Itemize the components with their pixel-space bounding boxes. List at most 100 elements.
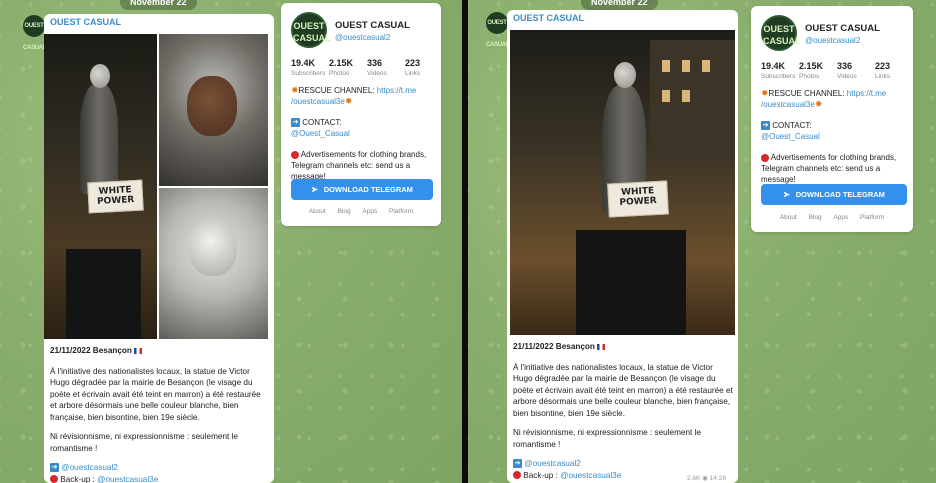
stat-photos: 2.15K Photos xyxy=(799,61,824,80)
eye-icon: ◉ xyxy=(702,475,708,482)
building-window xyxy=(682,90,690,102)
bust-face-white xyxy=(189,218,237,276)
post-link-2[interactable]: @ouestcasual3e xyxy=(560,471,621,480)
backup-label: Back-up : xyxy=(60,474,95,483)
post-date-line: 21/11/2022 Besançon xyxy=(513,341,733,353)
post-link-line: ➔ @ouestcasual2 xyxy=(50,462,268,474)
collision-icon: ✸ xyxy=(814,99,823,109)
contact-text: ➔ CONTACT: @Ouest_Casual xyxy=(761,121,820,141)
rescue-link-part-1[interactable]: https://t.me xyxy=(377,86,417,95)
card-footer-links: About Blog Apps Platform xyxy=(751,214,913,221)
red-circle-icon xyxy=(291,150,299,159)
backup-label: Back-up : xyxy=(523,470,558,480)
message-bubble: OUEST CASUAL WHITE POWER 21/11/2022 Besa… xyxy=(44,14,274,483)
photo-statue-plaza[interactable]: WHITE POWER xyxy=(510,30,735,335)
card-channel-name: OUEST CASUAL xyxy=(805,23,880,34)
card-footer-links: About Blog Apps Platform xyxy=(281,208,441,215)
post-link-1[interactable]: @ouestcasual2 xyxy=(524,459,581,468)
footer-link-apps[interactable]: Apps xyxy=(362,208,377,215)
post-caption: 21/11/2022 Besançon À l'initiative des n… xyxy=(50,345,268,483)
building-window xyxy=(702,60,710,72)
card-channel-name: OUEST CASUAL xyxy=(335,20,410,31)
download-telegram-button[interactable]: ➤ DOWNLOAD TELEGRAM xyxy=(761,184,907,205)
building-window xyxy=(662,90,670,102)
message-channel-name[interactable]: OUEST CASUAL xyxy=(507,10,738,28)
rescue-channel-text: ✸RESCUE CHANNEL: https://t.me /ouestcasu… xyxy=(761,88,887,109)
statue-pedestal xyxy=(66,249,141,339)
protest-sign: WHITE POWER xyxy=(87,179,144,214)
france-flag-icon xyxy=(597,343,606,350)
rescue-link-part-2[interactable]: /ouestcasual3e xyxy=(291,97,345,106)
stat-photos: 2.15K Photos xyxy=(329,58,354,77)
sign-line-2: POWER xyxy=(619,196,658,208)
footer-link-platform[interactable]: Platform xyxy=(860,214,884,221)
bust-face xyxy=(187,76,237,136)
statue-head xyxy=(614,62,636,88)
channel-stats: 19.4K Subscribers 2.15K Photos 336 Videos 2… xyxy=(761,61,913,80)
channel-stats: 19.4K Subscribers 2.15K Photos 336 Videos 2… xyxy=(291,58,443,77)
date-pill: November 22 xyxy=(120,0,197,10)
arrow-right-icon: ➔ xyxy=(513,459,522,469)
arrow-right-icon: ➔ xyxy=(50,463,59,473)
card-channel-handle[interactable]: @ouestcasual2 xyxy=(805,36,860,45)
download-telegram-button[interactable]: ➤ DOWNLOAD TELEGRAM xyxy=(291,179,433,200)
post-slogan: Ni révisionnisme, ni expressionnisme : s… xyxy=(513,428,701,449)
paper-plane-icon: ➤ xyxy=(783,190,790,199)
post-backup-line: Back-up : @ouestcasual3e xyxy=(50,474,268,483)
ads-text: Advertisements for clothing brands, Tele… xyxy=(291,150,427,181)
post-link-2[interactable]: @ouestcasual3e xyxy=(97,475,158,483)
sign-line-2: POWER xyxy=(96,195,135,207)
post-views: 2.6K xyxy=(687,475,701,482)
channel-info-card: OUEST CASUAL OUEST CASUAL @ouestcasual2 … xyxy=(281,3,441,226)
statue-figure xyxy=(80,84,118,194)
rescue-channel-text: ✸RESCUE CHANNEL: https://t.me /ouestcasu… xyxy=(291,85,417,106)
stat-videos: 336 Videos xyxy=(837,61,857,80)
contact-handle[interactable]: @Ouest_Casual xyxy=(291,129,350,138)
left-screenshot-panel: November 22 OUEST CASUAL OUEST CASUAL WH… xyxy=(0,0,462,483)
post-link-1[interactable]: @ouestcasual2 xyxy=(61,463,118,472)
footer-link-apps[interactable]: Apps xyxy=(833,214,848,221)
message-bubble: OUEST CASUAL WHITE POWER 21/11/2022 Besa… xyxy=(507,10,738,483)
photo-bust-brown-face[interactable] xyxy=(159,34,268,186)
message-channel-name[interactable]: OUEST CASUAL xyxy=(44,14,274,32)
footer-link-about[interactable]: About xyxy=(780,214,797,221)
footer-link-blog[interactable]: Blog xyxy=(809,214,822,221)
post-slogan: Ni révisionnisme, ni expressionnisme : s… xyxy=(50,432,238,453)
photo-bust-white-face[interactable] xyxy=(159,188,268,339)
channel-avatar[interactable]: OUEST CASUAL xyxy=(486,12,510,48)
channel-avatar[interactable]: OUEST CASUAL xyxy=(23,15,47,51)
stat-links: 223 Links xyxy=(405,58,421,77)
red-circle-icon xyxy=(50,475,58,483)
rescue-link-part-2[interactable]: /ouestcasual3e xyxy=(761,100,815,109)
post-caption: 21/11/2022 Besançon À l'initiative des n… xyxy=(513,341,733,481)
collision-icon: ✸ xyxy=(344,96,353,106)
arrow-right-icon: ➔ xyxy=(761,121,770,131)
post-link-line: ➔ @ouestcasual2 xyxy=(513,458,733,470)
arrow-right-icon: ➔ xyxy=(291,118,300,128)
post-date-line: 21/11/2022 Besançon xyxy=(50,345,268,357)
contact-handle[interactable]: @Ouest_Casual xyxy=(761,132,820,141)
footer-link-about[interactable]: About xyxy=(309,208,326,215)
post-body: À l'initiative des nationalistes locaux,… xyxy=(50,366,261,422)
stat-subscribers: 19.4K Subscribers xyxy=(291,58,326,77)
card-avatar[interactable]: OUEST CASUAL xyxy=(291,12,331,48)
red-circle-icon xyxy=(513,471,521,480)
card-channel-handle[interactable]: @ouestcasual2 xyxy=(335,33,390,42)
contact-text: ➔ CONTACT: @Ouest_Casual xyxy=(291,118,350,138)
photo-statue-sign[interactable]: WHITE POWER xyxy=(44,34,157,339)
stat-links: 223 Links xyxy=(875,61,891,80)
footer-link-platform[interactable]: Platform xyxy=(389,208,413,215)
stat-subscribers: 19.4K Subscribers xyxy=(761,61,796,80)
stat-videos: 336 Videos xyxy=(367,58,387,77)
statue-head xyxy=(90,64,110,88)
protest-sign: WHITE POWER xyxy=(607,180,669,218)
footer-link-blog[interactable]: Blog xyxy=(338,208,351,215)
rescue-link-part-1[interactable]: https://t.me xyxy=(847,89,887,98)
paper-plane-icon: ➤ xyxy=(311,185,318,194)
post-body: À l'initiative des nationalistes locaux,… xyxy=(513,362,733,418)
post-time: 14:28 xyxy=(709,475,726,482)
building-window xyxy=(682,60,690,72)
building-window xyxy=(662,60,670,72)
card-avatar[interactable]: OUEST CASUAL xyxy=(761,15,801,51)
collision-icon: ✸ xyxy=(291,85,299,95)
